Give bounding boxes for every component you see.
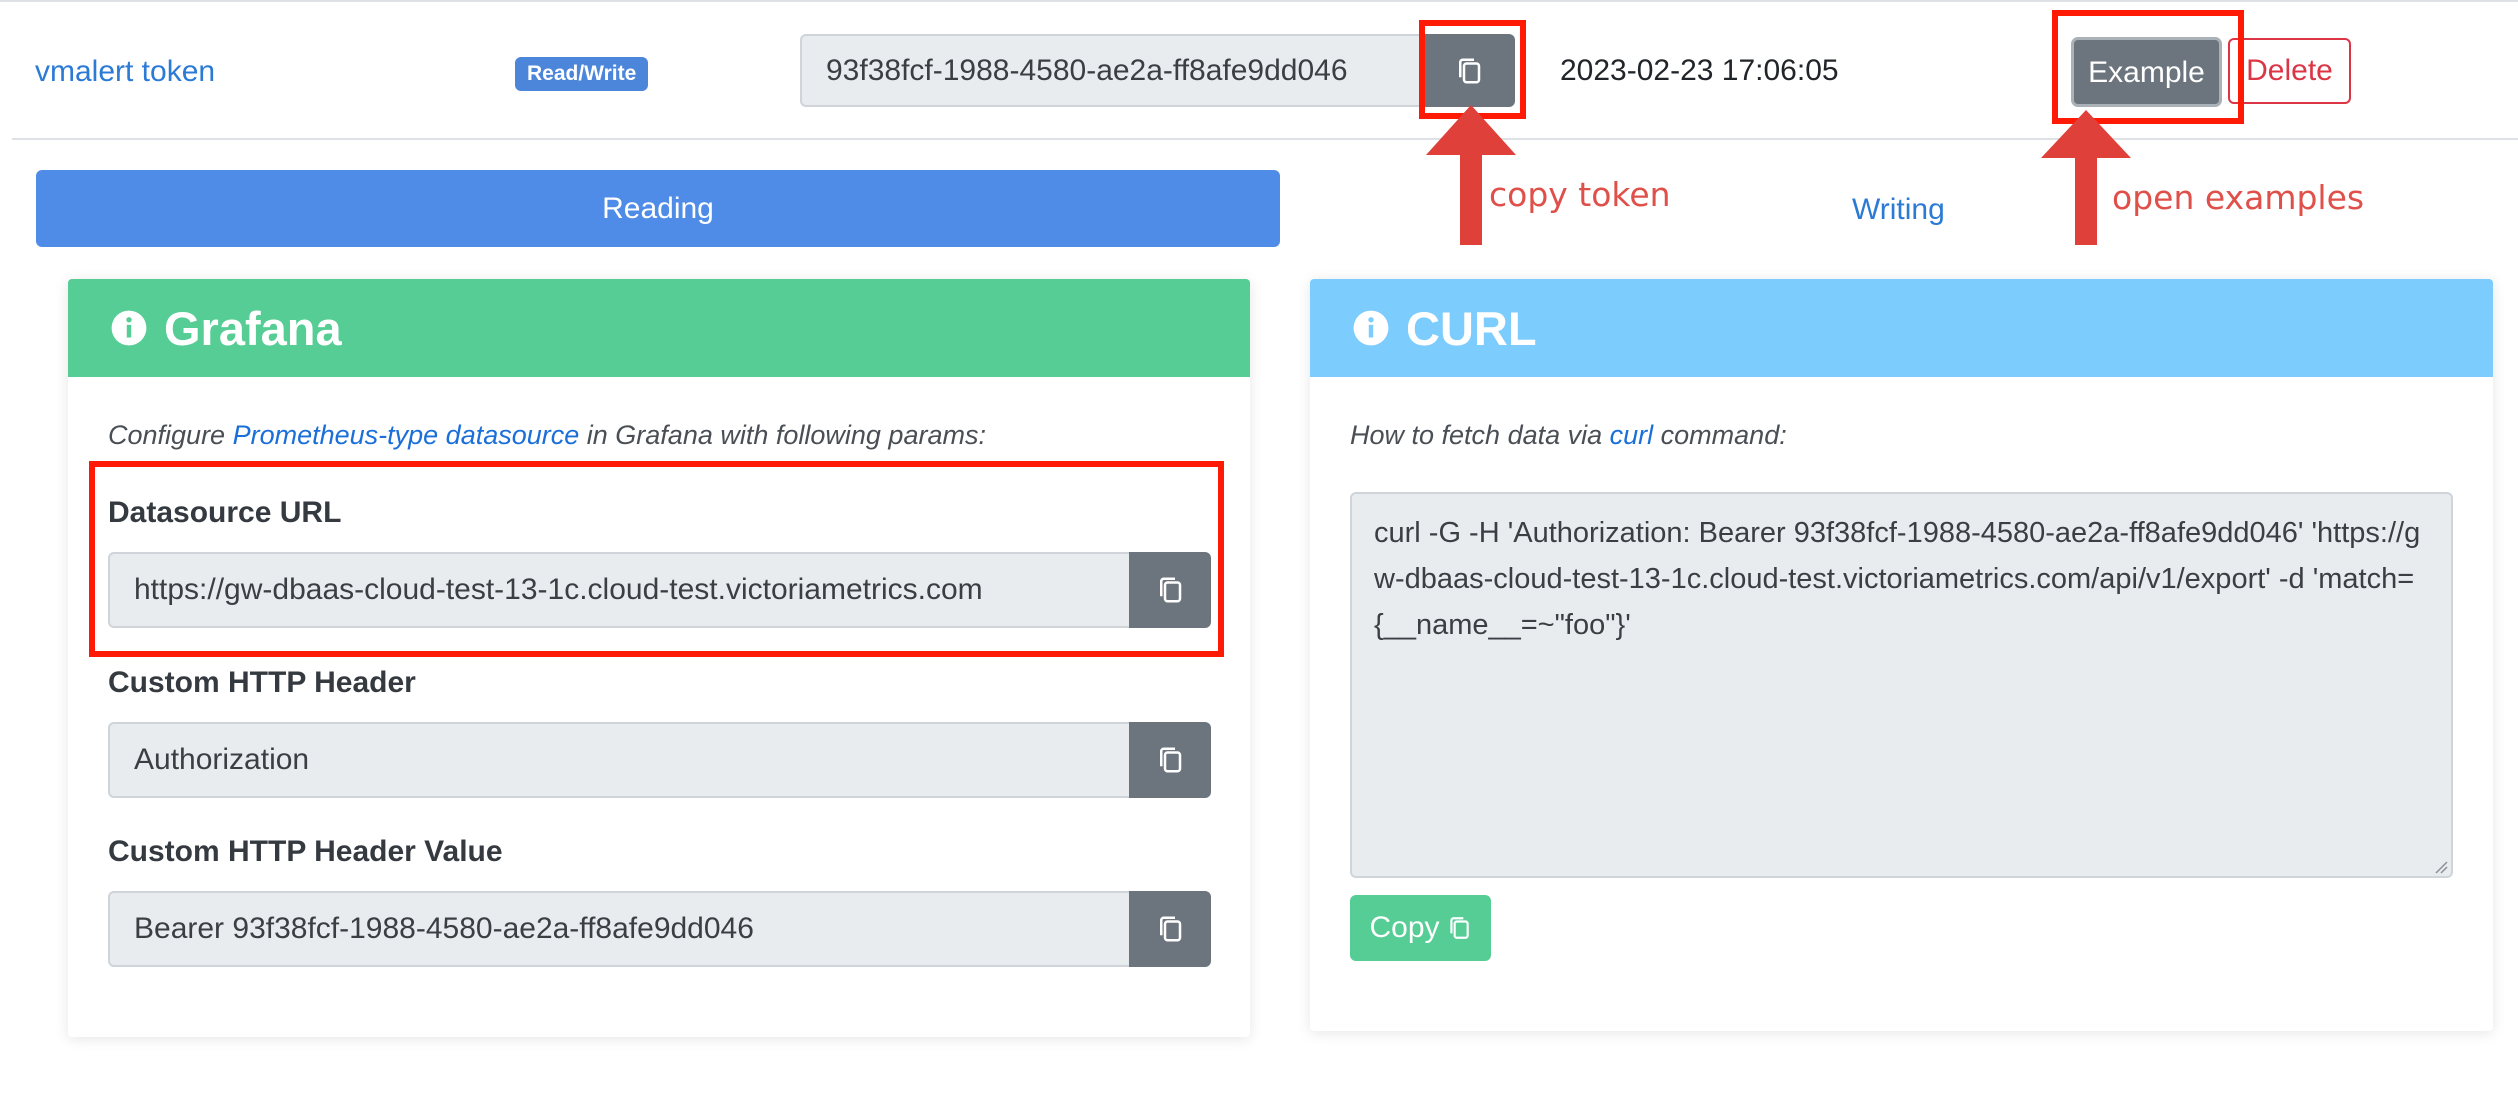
- copy-icon: [1160, 916, 1182, 942]
- curl-card-header: CURL: [1310, 279, 2493, 377]
- grafana-hint: Configure Prometheus-type datasource in …: [108, 420, 986, 451]
- copy-custom-header-value-button[interactable]: [1129, 891, 1211, 967]
- curl-command-textarea[interactable]: curl -G -H 'Authorization: Bearer 93f38f…: [1350, 492, 2453, 878]
- grafana-hint-prefix: Configure: [108, 420, 233, 450]
- copy-icon: [1160, 747, 1182, 773]
- info-circle-icon: [1353, 310, 1389, 346]
- annotation-copy-token-label: copy token: [1489, 175, 1671, 214]
- annotation-open-examples-label: open examples: [2112, 178, 2365, 217]
- info-circle-icon: [111, 310, 147, 346]
- custom-header-value-label: Custom HTTP Header Value: [108, 835, 503, 868]
- curl-link[interactable]: curl: [1610, 420, 1654, 450]
- custom-header-label: Custom HTTP Header: [108, 666, 416, 699]
- copy-curl-button[interactable]: Copy: [1350, 895, 1491, 961]
- copy-icon: [1449, 917, 1469, 939]
- tab-writing[interactable]: Writing: [1852, 190, 1945, 230]
- row-divider: [12, 138, 2518, 140]
- permission-badge: Read/Write: [515, 57, 649, 91]
- resize-handle-icon[interactable]: [2432, 858, 2448, 874]
- copy-curl-label: Copy: [1369, 911, 1440, 944]
- curl-card-title: CURL: [1406, 301, 1537, 355]
- token-name-link[interactable]: vmalert token: [35, 52, 215, 92]
- curl-hint: How to fetch data via curl command:: [1350, 420, 1787, 451]
- token-created-date: 2023-02-23 17:06:05: [1560, 54, 1839, 87]
- top-divider: [0, 0, 2518, 2]
- token-value-field[interactable]: 93f38fcf-1988-4580-ae2a-ff8afe9dd046: [800, 34, 1423, 107]
- delete-button[interactable]: Delete: [2228, 38, 2351, 104]
- prometheus-datasource-link[interactable]: Prometheus-type datasource: [233, 420, 580, 450]
- copy-custom-header-button[interactable]: [1129, 722, 1211, 798]
- grafana-card-title: Grafana: [164, 301, 342, 355]
- custom-header-field[interactable]: Authorization: [108, 722, 1129, 798]
- grafana-hint-suffix: in Grafana with following params:: [579, 420, 986, 450]
- tab-reading[interactable]: Reading: [36, 170, 1280, 247]
- custom-header-value-field[interactable]: Bearer 93f38fcf-1988-4580-ae2a-ff8afe9dd…: [108, 891, 1129, 967]
- grafana-card-header: Grafana: [68, 279, 1250, 377]
- annotation-box-example: [2052, 10, 2244, 124]
- curl-hint-suffix: command:: [1653, 420, 1787, 450]
- curl-hint-prefix: How to fetch data via: [1350, 420, 1610, 450]
- annotation-box-datasource-url: [89, 461, 1224, 657]
